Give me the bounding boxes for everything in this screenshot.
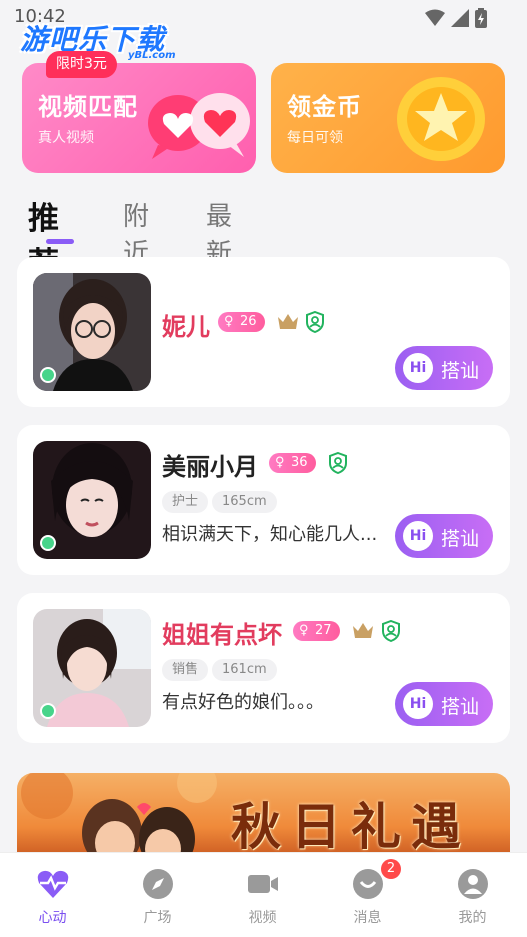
couple-illustration [21,773,217,863]
height-tag: 161cm [212,659,277,681]
banner-subtitle: 真人视频 [38,130,94,146]
signal-icon [451,9,469,27]
banner-title: 领金币 [287,93,362,121]
tab-indicator [46,239,74,244]
user-card[interactable]: 妮儿 ♀ 26 Hi 搭讪 [17,257,510,407]
heart-pulse-icon [37,870,69,898]
nav-label: 广场 [143,910,172,926]
profession-tag: 销售 [162,659,209,681]
promo-badge: 限时3元 [46,51,117,78]
user-card[interactable]: 美丽小月 ♀ 36 护士 165cm 相识满天下，知心能几人... Hi 搭讪 [17,425,510,575]
battery-icon [475,8,487,28]
height-tag: 165cm [212,491,277,513]
hi-icon: Hi [403,689,433,719]
user-name: 姐姐有点坏 [162,621,282,649]
user-name: 美丽小月 [162,453,258,481]
user-bio: 有点好色的娘们。。。 [162,692,324,713]
hearts-bubble-icon [148,93,250,159]
nav-label: 视频 [248,910,277,926]
female-icon: ♀ [275,455,285,470]
online-status-dot [40,535,56,551]
video-match-banner[interactable]: 视频匹配 真人视频 [22,63,256,173]
nav-video[interactable]: 视频 [210,853,315,937]
nav-heartbeat[interactable]: 心动 [0,853,105,937]
promo-title: 秋日礼遇 [231,797,471,856]
profile-icon [458,869,488,899]
nav-profile[interactable]: 我的 [420,853,525,937]
verified-shield-icon [306,311,324,333]
nav-plaza[interactable]: 广场 [105,853,210,937]
nav-label: 我的 [458,910,487,926]
watermark-sub: yBL.com [128,50,176,61]
age-badge: ♀ 26 [218,312,265,332]
age-value: 36 [291,455,308,470]
video-camera-icon [248,875,278,893]
verified-shield-icon [329,452,347,474]
greet-label: 搭讪 [441,696,480,718]
user-card[interactable]: 姐姐有点坏 ♀ 27 销售 161cm 有点好色的娘们。。。 Hi 搭讪 [17,593,510,743]
message-icon [353,869,383,899]
status-icons [425,8,487,28]
banner-title: 视频匹配 [38,93,138,121]
age-badge: ♀ 36 [269,453,316,473]
hi-icon: Hi [403,521,433,551]
compass-icon [143,869,173,899]
crown-icon [278,314,298,329]
greet-button[interactable]: Hi 搭讪 [395,514,493,558]
female-icon: ♀ [224,314,234,329]
user-name: 妮儿 [162,313,210,341]
wifi-icon [425,9,445,26]
nav-messages[interactable]: 2 消息 [315,853,420,937]
greet-button[interactable]: Hi 搭讪 [395,346,493,390]
hi-icon: Hi [403,353,433,383]
gold-coin-icon [397,77,485,161]
crown-icon [353,623,373,638]
nav-label: 消息 [353,910,382,926]
online-status-dot [40,703,56,719]
age-value: 26 [240,314,257,329]
unread-badge: 2 [381,859,401,879]
bottom-nav: 心动 广场 视频 2 消息 我的 [0,852,527,937]
profession-tag: 护士 [162,491,209,513]
greet-button[interactable]: Hi 搭讪 [395,682,493,726]
banner-subtitle: 每日可领 [287,130,343,146]
greet-label: 搭讪 [441,528,480,550]
female-icon: ♀ [299,623,309,638]
online-status-dot [40,367,56,383]
age-badge: ♀ 27 [293,621,340,641]
age-value: 27 [315,623,332,638]
autumn-promo-banner[interactable]: 秋日礼遇 [17,773,510,863]
user-bio: 相识满天下，知心能几人... [162,524,378,545]
verified-shield-icon [382,620,400,642]
nav-label: 心动 [38,910,67,926]
greet-label: 搭讪 [441,360,480,382]
get-coins-banner[interactable]: 领金币 每日可领 [271,63,505,173]
